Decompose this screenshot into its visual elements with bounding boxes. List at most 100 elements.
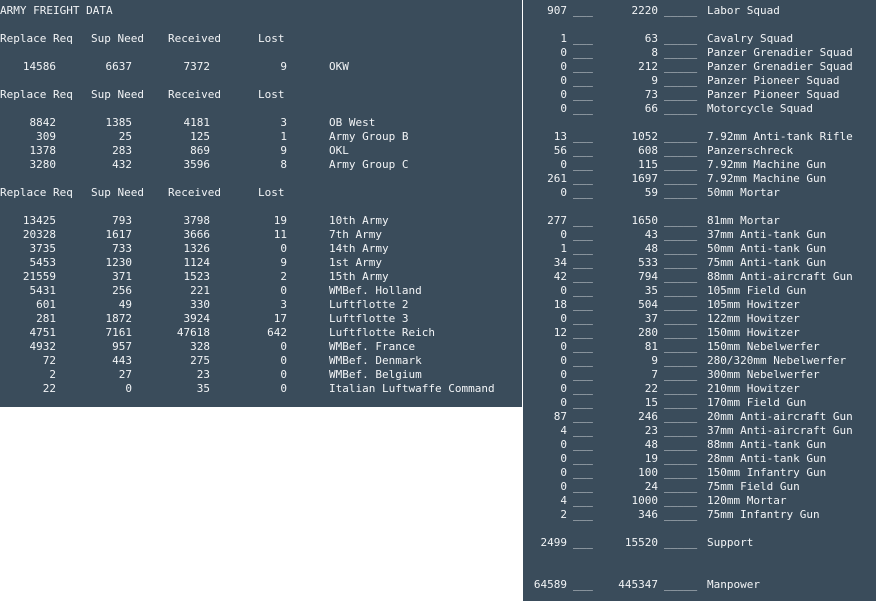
cell-unit-name: Italian Luftwaffe Command bbox=[329, 382, 495, 395]
separator: _____ bbox=[664, 4, 698, 17]
item-count-b: 2220 bbox=[631, 4, 659, 17]
item-count-a: 0 bbox=[560, 382, 567, 395]
item-count-a: 4 bbox=[560, 424, 567, 437]
cell-unit-name: OKW bbox=[329, 60, 349, 73]
item-count-a: 87 bbox=[553, 410, 567, 423]
cell-unit-name: Luftflotte Reich bbox=[329, 326, 435, 339]
cell-received: 330 bbox=[190, 298, 210, 311]
item-name: Panzer Grenadier Squad bbox=[707, 46, 853, 59]
cell-sup-need: 957 bbox=[112, 340, 132, 353]
separator: ___ bbox=[573, 410, 593, 423]
separator: ___ bbox=[573, 354, 593, 367]
separator: ___ bbox=[573, 494, 593, 507]
item-name: Manpower bbox=[707, 578, 760, 591]
cell-lost: 0 bbox=[280, 284, 287, 297]
item-count-a: 0 bbox=[560, 158, 567, 171]
cell-unit-name: 15th Army bbox=[329, 270, 389, 283]
item-count-b: 81 bbox=[644, 340, 658, 353]
separator: ___ bbox=[573, 144, 593, 157]
item-name: 150mm Infantry Gun bbox=[707, 466, 827, 479]
item-count-a: 0 bbox=[560, 452, 567, 465]
item-count-a: 18 bbox=[553, 298, 567, 311]
cell-replace-req: 3280 bbox=[29, 158, 57, 171]
item-count-a: 0 bbox=[560, 438, 567, 451]
cell-unit-name: OKL bbox=[329, 144, 349, 157]
separator: _____ bbox=[664, 396, 698, 409]
separator: ___ bbox=[573, 130, 593, 143]
separator: ___ bbox=[573, 270, 593, 283]
header-sup-need: Sup Need bbox=[91, 186, 144, 199]
separator: _____ bbox=[664, 144, 698, 157]
separator: ___ bbox=[573, 284, 593, 297]
header-lost: Lost bbox=[258, 88, 285, 101]
item-count-a: 0 bbox=[560, 354, 567, 367]
separator: _____ bbox=[664, 424, 698, 437]
cell-replace-req: 22 bbox=[42, 382, 56, 395]
item-name: Panzer Pioneer Squad bbox=[707, 88, 840, 101]
separator: _____ bbox=[664, 102, 698, 115]
separator: _____ bbox=[664, 130, 698, 143]
separator: _____ bbox=[664, 214, 698, 227]
item-count-b: 533 bbox=[638, 256, 658, 269]
cell-received: 328 bbox=[190, 340, 210, 353]
cell-lost: 9 bbox=[280, 256, 287, 269]
cell-replace-req: 21559 bbox=[22, 270, 56, 283]
cell-received: 35 bbox=[196, 382, 210, 395]
item-name: 75mm Anti-tank Gun bbox=[707, 256, 827, 269]
separator: _____ bbox=[664, 508, 698, 521]
item-count-b: 100 bbox=[638, 466, 658, 479]
separator: _____ bbox=[664, 368, 698, 381]
item-name: 150mm Nebelwerfer bbox=[707, 340, 820, 353]
cell-lost: 1 bbox=[280, 130, 287, 143]
separator: ___ bbox=[573, 578, 593, 591]
separator: _____ bbox=[664, 270, 698, 283]
item-name: 150mm Howitzer bbox=[707, 326, 800, 339]
cell-sup-need: 1385 bbox=[105, 116, 133, 129]
item-name: Motorcycle Squad bbox=[707, 102, 813, 115]
separator: ___ bbox=[573, 60, 593, 73]
item-count-a: 0 bbox=[560, 60, 567, 73]
cell-lost: 0 bbox=[280, 354, 287, 367]
header-replace-req: Replace Req bbox=[0, 88, 73, 101]
separator: _____ bbox=[664, 578, 698, 591]
item-count-b: 48 bbox=[644, 438, 658, 451]
army-freight-panel: ARMY FREIGHT DATA Replace Req Sup Need Rece… bbox=[0, 0, 522, 407]
cell-sup-need: 0 bbox=[125, 382, 132, 395]
separator: ___ bbox=[573, 536, 593, 549]
item-name: 75mm Infantry Gun bbox=[707, 508, 820, 521]
cell-received: 869 bbox=[190, 144, 210, 157]
cell-sup-need: 793 bbox=[112, 214, 132, 227]
cell-received: 7372 bbox=[183, 60, 211, 73]
item-count-b: 794 bbox=[638, 270, 658, 283]
item-name: 20mm Anti-aircraft Gun bbox=[707, 410, 853, 423]
item-count-a: 2499 bbox=[540, 536, 568, 549]
cell-replace-req: 2 bbox=[49, 368, 56, 381]
item-count-b: 15 bbox=[644, 396, 658, 409]
separator: _____ bbox=[664, 242, 698, 255]
item-count-a: 0 bbox=[560, 340, 567, 353]
separator: _____ bbox=[664, 186, 698, 199]
separator: ___ bbox=[573, 32, 593, 45]
cell-lost: 642 bbox=[267, 326, 287, 339]
item-count-a: 0 bbox=[560, 284, 567, 297]
cell-sup-need: 733 bbox=[112, 242, 132, 255]
item-name: 105mm Howitzer bbox=[707, 298, 800, 311]
item-name: 81mm Mortar bbox=[707, 214, 780, 227]
item-count-a: 0 bbox=[560, 186, 567, 199]
item-name: Panzer Pioneer Squad bbox=[707, 74, 840, 87]
item-count-a: 0 bbox=[560, 88, 567, 101]
separator: _____ bbox=[664, 256, 698, 269]
item-count-a: 12 bbox=[553, 326, 567, 339]
item-count-b: 23 bbox=[644, 424, 658, 437]
item-name: 7.92mm Anti-tank Rifle bbox=[707, 130, 853, 143]
cell-lost: 3 bbox=[280, 116, 287, 129]
item-count-b: 1052 bbox=[631, 130, 659, 143]
item-name: 280/320mm Nebelwerfer bbox=[707, 354, 847, 367]
cell-received: 1326 bbox=[183, 242, 211, 255]
separator: ___ bbox=[573, 382, 593, 395]
cell-received: 23 bbox=[196, 368, 210, 381]
item-count-a: 0 bbox=[560, 312, 567, 325]
item-count-b: 115 bbox=[638, 158, 658, 171]
separator: ___ bbox=[573, 508, 593, 521]
item-name: 75mm Field Gun bbox=[707, 480, 800, 493]
